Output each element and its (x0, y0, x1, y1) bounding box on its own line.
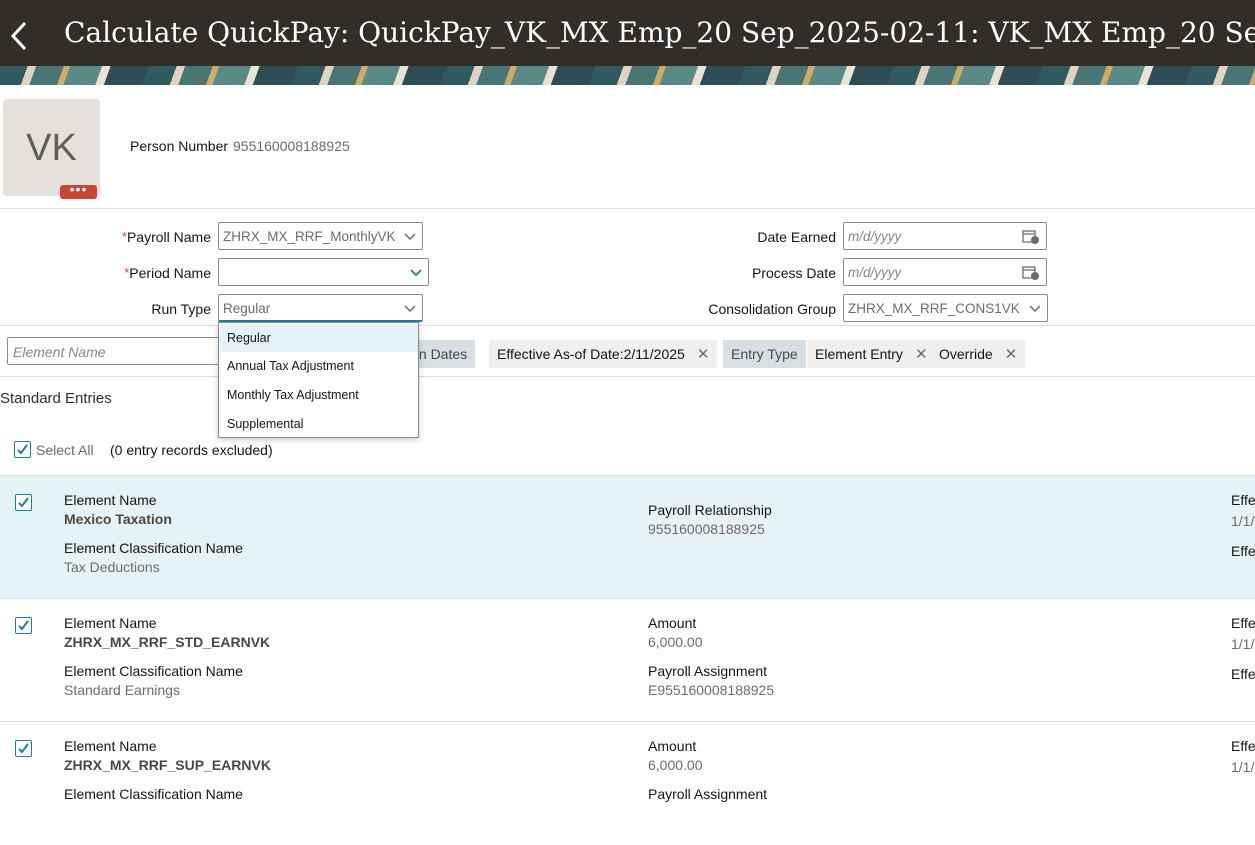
select-all-checkbox[interactable] (14, 441, 31, 458)
record-checkbox[interactable] (15, 494, 32, 511)
run-type-option-monthly-tax-adjustment[interactable]: Monthly Tax Adjustment (220, 381, 418, 409)
payroll-assignment-label: Payroll Assignment (648, 663, 768, 679)
remove-filter-icon[interactable]: ✕ (697, 341, 710, 369)
chevron-down-icon (404, 305, 416, 313)
filter-chip-element-entry[interactable]: Element Entry ✕ (807, 340, 936, 368)
checkmark-icon (18, 620, 29, 631)
element-name-value: ZHRX_MX_RRF_SUP_EARNVK (64, 757, 271, 773)
back-icon[interactable] (8, 18, 30, 54)
effective-value: 1/1/ (1231, 759, 1255, 775)
filter-chip-override[interactable]: Override ✕ (931, 340, 1026, 369)
chevron-down-icon (410, 269, 422, 277)
amount-label: Amount (648, 615, 697, 631)
checkmark-icon (18, 743, 29, 754)
process-date-label: Process Date (751, 265, 836, 281)
divider (0, 208, 1255, 209)
amount-value: 6,000.00 (648, 757, 703, 773)
run-type-option-supplemental[interactable]: Supplemental (220, 410, 418, 438)
page-header: Calculate QuickPay: QuickPay_VK_MX Emp_2… (0, 0, 1255, 85)
checkmark-icon (18, 497, 29, 508)
run-type-option-regular[interactable]: Regular (220, 324, 418, 352)
chevron-down-icon (1029, 305, 1041, 313)
chevron-down-icon (404, 233, 416, 241)
element-name-value: ZHRX_MX_RRF_STD_EARNVK (64, 634, 271, 650)
effective-label: Effe (1231, 492, 1255, 508)
record-checkbox[interactable] (15, 740, 32, 757)
payroll-name-label: *Payroll Name (121, 229, 211, 245)
classification-value: Tax Deductions (64, 559, 160, 575)
list-item[interactable]: Element Name Mexico Taxation Element Cla… (0, 476, 1255, 599)
divider (0, 325, 1255, 326)
element-name-search-input[interactable]: Element Name (7, 337, 237, 365)
element-name-label: Element Name (64, 492, 157, 508)
person-number-label: Person Number (130, 138, 229, 154)
remove-filter-icon[interactable]: ✕ (915, 341, 928, 369)
section-title: Standard Entries (0, 390, 112, 407)
classification-label: Element Classification Name (64, 540, 243, 556)
more-options-button[interactable]: ••• (60, 182, 97, 199)
amount-label: Amount (648, 738, 697, 754)
effective-label: Effe (1231, 666, 1255, 682)
avatar: VK ••• (3, 99, 100, 199)
period-name-label: *Period Name (124, 265, 211, 281)
divider (0, 376, 1255, 377)
calendar-icon[interactable] (1022, 265, 1040, 281)
effective-label: Effe (1231, 543, 1255, 559)
effective-value: 1/1/ (1231, 636, 1255, 652)
element-name-label: Element Name (64, 615, 157, 631)
remove-filter-icon[interactable]: ✕ (1005, 341, 1018, 369)
payroll-name-select[interactable]: ZHRX_MX_RRF_MonthlyVK (218, 222, 423, 250)
record-checkbox[interactable] (15, 617, 32, 634)
select-all-label: Select All (36, 442, 94, 458)
person-number-value: 955160008188925 (233, 138, 350, 154)
payroll-assignment-value: E955160008188925 (648, 682, 775, 698)
classification-value: Standard Earnings (64, 682, 180, 698)
avatar-initials: VK (26, 127, 77, 169)
page-title: Calculate QuickPay: QuickPay_VK_MX Emp_2… (64, 16, 1255, 49)
date-earned-label: Date Earned (757, 229, 836, 245)
run-type-label: Run Type (151, 301, 211, 317)
consolidation-group-label: Consolidation Group (708, 301, 836, 317)
process-date-input[interactable]: m/d/yyyy (843, 258, 1047, 286)
calendar-icon[interactable] (1022, 229, 1040, 245)
filter-chip-entry-type[interactable]: Entry Type (723, 340, 806, 368)
element-name-value: Mexico Taxation (64, 511, 172, 527)
run-type-option-annual-tax-adjustment[interactable]: Annual Tax Adjustment (220, 352, 418, 380)
payroll-relationship-value: 955160008188925 (648, 521, 765, 537)
effective-label: Effe (1231, 738, 1255, 754)
run-type-select[interactable]: Regular (218, 294, 423, 322)
consolidation-group-select[interactable]: ZHRX_MX_RRF_CONS1VK (843, 294, 1048, 322)
checkmark-icon (17, 444, 28, 455)
effective-label: Effe (1231, 615, 1255, 631)
run-type-dropdown-list: Regular Annual Tax Adjustment Monthly Ta… (218, 322, 419, 438)
payroll-relationship-label: Payroll Relationship (648, 502, 772, 518)
element-name-label: Element Name (64, 738, 157, 754)
amount-value: 6,000.00 (648, 634, 703, 650)
excluded-count: (0 entry records excluded) (110, 442, 273, 458)
list-item[interactable]: Element Name ZHRX_MX_RRF_STD_EARNVK Elem… (0, 599, 1255, 722)
period-name-select[interactable] (218, 258, 429, 286)
effective-value: 1/1/ (1231, 513, 1255, 529)
list-item[interactable]: Element Name ZHRX_MX_RRF_SUP_EARNVK Elem… (0, 722, 1255, 845)
header-banner-pattern (0, 66, 1255, 85)
date-earned-input[interactable]: m/d/yyyy (843, 222, 1047, 250)
filter-chip-effective-date[interactable]: Effective As-of Date:2/11/2025 ✕ (489, 340, 718, 369)
classification-label: Element Classification Name (64, 663, 243, 679)
